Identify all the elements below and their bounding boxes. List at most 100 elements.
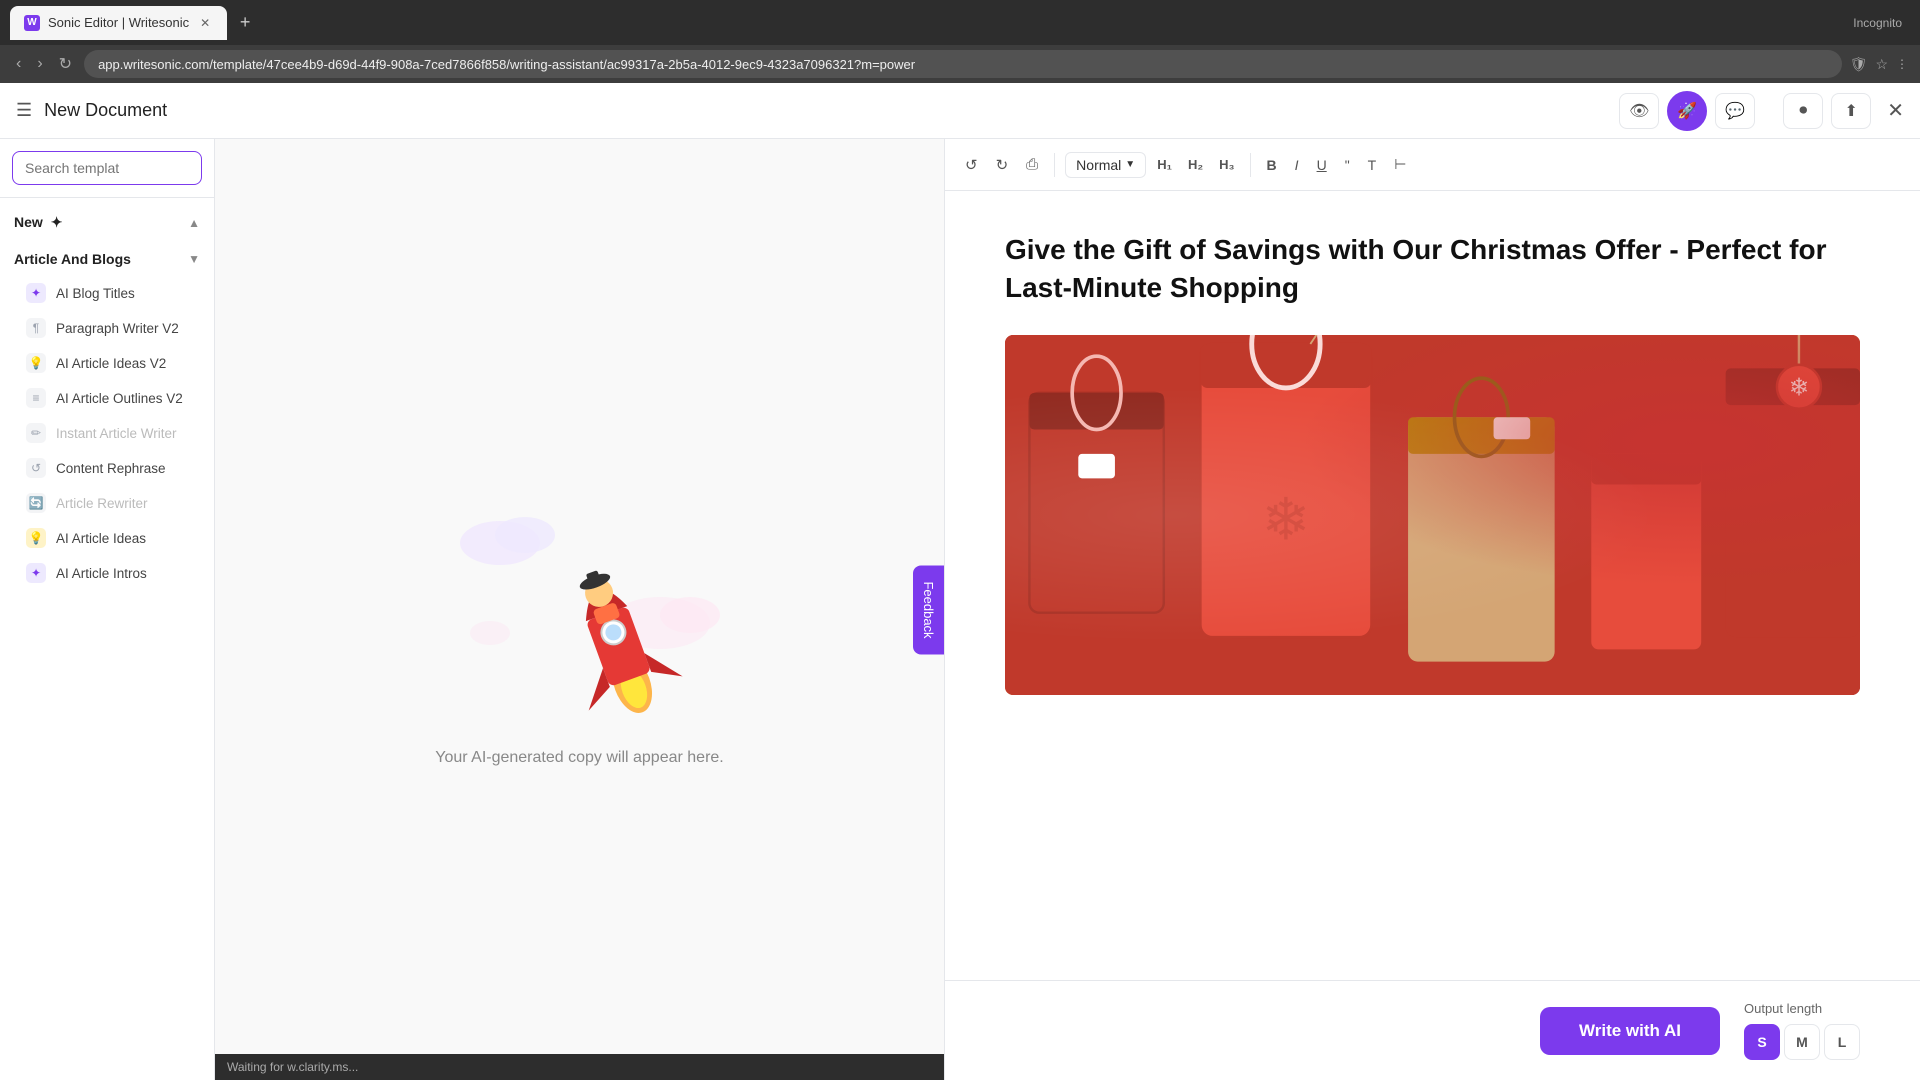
eye-icon: 👁 (1629, 101, 1649, 121)
bold-icon: B (1267, 157, 1277, 173)
address-bar: ‹ › ↻ 🛡 ☆ ⋮ (0, 45, 1920, 83)
italic-button[interactable]: I (1289, 153, 1305, 177)
editor-panel: ↺ ↻ ⎙ Normal ▼ H₁ H₂ (945, 139, 1920, 1080)
ai-blog-titles-label: AI Blog Titles (56, 286, 135, 301)
bold-button[interactable]: B (1261, 153, 1283, 177)
h1-button[interactable]: H₁ (1152, 154, 1177, 175)
ai-article-ideas-icon: 💡 (26, 528, 46, 548)
tab-bar: W Sonic Editor | Writesonic ✕ + (10, 6, 259, 40)
align-icon: ⊢ (1394, 156, 1406, 172)
font-button[interactable]: T (1362, 153, 1383, 177)
center-panel: Your AI-generated copy will appear here.… (215, 139, 945, 1080)
article-title: Give the Gift of Savings with Our Christ… (1005, 231, 1860, 307)
sidebar-section-articles: Article And Blogs ▼ ✦ AI Blog Titles ¶ P… (0, 243, 214, 590)
length-s-button[interactable]: S (1744, 1024, 1780, 1060)
underline-icon: U (1317, 157, 1327, 173)
sidebar-item-ai-article-intros[interactable]: ✦ AI Article Intros (4, 556, 210, 590)
new-tab-button[interactable]: + (231, 9, 259, 37)
browser-chrome: W Sonic Editor | Writesonic ✕ + Incognit… (0, 0, 1920, 45)
undo-icon: ↺ (965, 156, 978, 174)
star-icon[interactable]: ☆ (1875, 56, 1888, 73)
undo-button[interactable]: ↺ (959, 152, 984, 178)
underline-button[interactable]: U (1311, 153, 1333, 177)
article-rewriter-icon: 🔄 (26, 493, 46, 513)
address-bar-icons: 🛡 ☆ ⋮ (1850, 56, 1908, 73)
search-input[interactable] (12, 151, 202, 185)
h3-label: H₃ (1219, 157, 1234, 172)
editor-content[interactable]: Give the Gift of Savings with Our Christ… (945, 191, 1920, 980)
h2-label: H₂ (1188, 157, 1203, 172)
app-toolbar: ☰ New Document 👁 🚀 💬 ⏺ ⬆ ✕ (0, 83, 1920, 139)
h1-label: H₁ (1157, 157, 1172, 172)
shopping-svg: ❄ (1005, 335, 1860, 695)
article-image: ❄ (1005, 335, 1860, 695)
shield-icon: 🛡 (1850, 56, 1868, 73)
document-title: New Document (44, 100, 1607, 121)
length-m-button[interactable]: M (1784, 1024, 1820, 1060)
ai-article-ideas-v2-label: AI Article Ideas V2 (56, 356, 166, 371)
active-tab[interactable]: W Sonic Editor | Writesonic ✕ (10, 6, 227, 40)
incognito-label: Incognito (1853, 16, 1902, 30)
back-button[interactable]: ‹ (12, 51, 25, 77)
shopping-image-bg: ❄ (1005, 335, 1860, 695)
chat-button[interactable]: 💬 (1715, 93, 1755, 129)
sidebar-item-ai-article-outlines[interactable]: ≡ AI Article Outlines V2 (4, 381, 210, 415)
refresh-button[interactable]: ↻ (55, 50, 76, 78)
menu-button[interactable]: ☰ (16, 100, 32, 121)
share-button[interactable]: ⬆ (1831, 93, 1871, 129)
output-length-label: Output length (1744, 1001, 1860, 1016)
new-label: New (14, 214, 43, 230)
window-controls: Incognito (1853, 16, 1910, 30)
extensions-icon: ⋮ (1896, 57, 1908, 71)
redo-button[interactable]: ↻ (990, 152, 1015, 178)
forward-button[interactable]: › (33, 51, 46, 77)
article-rewriter-label: Article Rewriter (56, 496, 148, 511)
ai-article-outlines-label: AI Article Outlines V2 (56, 391, 183, 406)
section-header-new[interactable]: New ✦ ▲ (0, 206, 214, 239)
ai-article-intros-icon: ✦ (26, 563, 46, 583)
record-icon: ⏺ (1799, 102, 1807, 120)
toolbar-actions: 👁 🚀 💬 ⏺ ⬆ ✕ (1619, 91, 1904, 131)
rocket-illustration (430, 463, 730, 723)
address-input[interactable] (84, 50, 1842, 78)
tab-close-btn[interactable]: ✕ (197, 15, 213, 31)
redo-icon: ↻ (996, 156, 1009, 174)
write-ai-section: Write with AI Output length S M L (945, 980, 1920, 1080)
chevron-up-icon: ▲ (188, 216, 200, 230)
feedback-tab[interactable]: Feedback (913, 565, 944, 654)
output-length-container: Output length S M L (1744, 1001, 1860, 1060)
sidebar-search-container (0, 139, 214, 198)
close-button[interactable]: ✕ (1887, 98, 1904, 123)
section-header-articles[interactable]: Article And Blogs ▼ (0, 243, 214, 275)
sidebar: New ✦ ▲ Article And Blogs ▼ ✦ (0, 139, 215, 1080)
print-button[interactable]: ⎙ (1020, 152, 1044, 177)
sidebar-item-ai-article-ideas[interactable]: 💡 AI Article Ideas (4, 521, 210, 555)
sidebar-item-ai-article-ideas-v2[interactable]: 💡 AI Article Ideas V2 (4, 346, 210, 380)
chevron-down-icon: ▼ (188, 252, 200, 266)
record-button[interactable]: ⏺ (1783, 93, 1823, 129)
svg-text:❄: ❄ (1789, 374, 1809, 401)
write-with-ai-button[interactable]: Write with AI (1540, 1007, 1720, 1055)
chat-icon: 💬 (1725, 101, 1745, 121)
length-l-button[interactable]: L (1824, 1024, 1860, 1060)
ai-write-button[interactable]: 🚀 (1667, 91, 1707, 131)
preview-button[interactable]: 👁 (1619, 93, 1659, 129)
quote-button[interactable]: " (1339, 153, 1356, 177)
sidebar-item-content-rephrase[interactable]: ↺ Content Rephrase (4, 451, 210, 485)
section-new-label: New ✦ (14, 214, 62, 231)
sidebar-item-paragraph-writer[interactable]: ¶ Paragraph Writer V2 (4, 311, 210, 345)
ai-blog-titles-icon: ✦ (26, 283, 46, 303)
sidebar-scroll: New ✦ ▲ Article And Blogs ▼ ✦ (0, 198, 214, 1080)
h2-button[interactable]: H₂ (1183, 154, 1208, 175)
status-bar: Waiting for w.clarity.ms... (215, 1054, 944, 1080)
align-button[interactable]: ⊢ (1388, 152, 1412, 177)
paragraph-writer-icon: ¶ (26, 318, 46, 338)
toolbar-separator-2 (1250, 153, 1251, 177)
sidebar-section-new: New ✦ ▲ (0, 206, 214, 239)
style-dropdown[interactable]: Normal ▼ (1065, 152, 1146, 178)
ai-article-outlines-icon: ≡ (26, 388, 46, 408)
length-options: S M L (1744, 1024, 1860, 1060)
h3-button[interactable]: H₃ (1214, 154, 1239, 175)
editor-toolbar: ↺ ↻ ⎙ Normal ▼ H₁ H₂ (945, 139, 1920, 191)
sidebar-item-ai-blog-titles[interactable]: ✦ AI Blog Titles (4, 276, 210, 310)
